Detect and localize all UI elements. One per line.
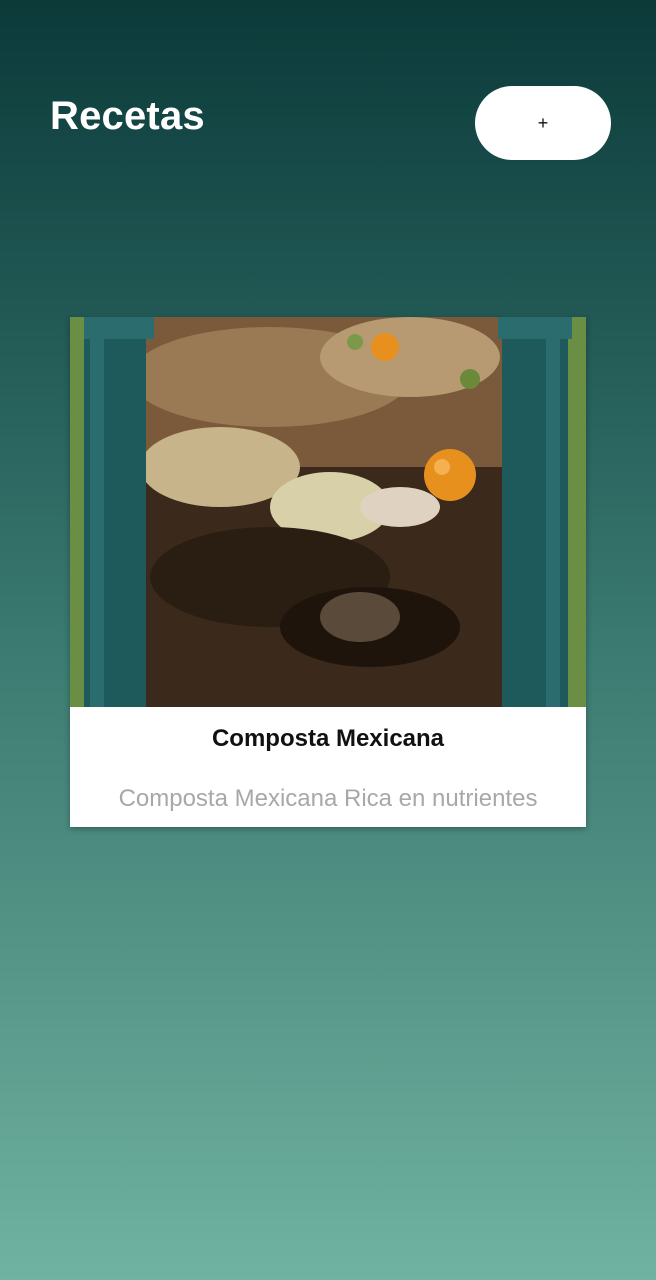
page-title: Recetas [50, 94, 205, 138]
add-recipe-button[interactable]: + [475, 86, 611, 160]
app-header: Recetas + [0, 0, 656, 240]
recipe-card[interactable]: Composta Mexicana Composta Mexicana Rica… [70, 317, 586, 827]
recipe-title: Composta Mexicana [211, 725, 445, 752]
compost-bin-photo [70, 317, 586, 707]
add-button-label: + [537, 112, 549, 133]
recipe-description: Composta Mexicana Rica en nutrientes [118, 785, 538, 812]
